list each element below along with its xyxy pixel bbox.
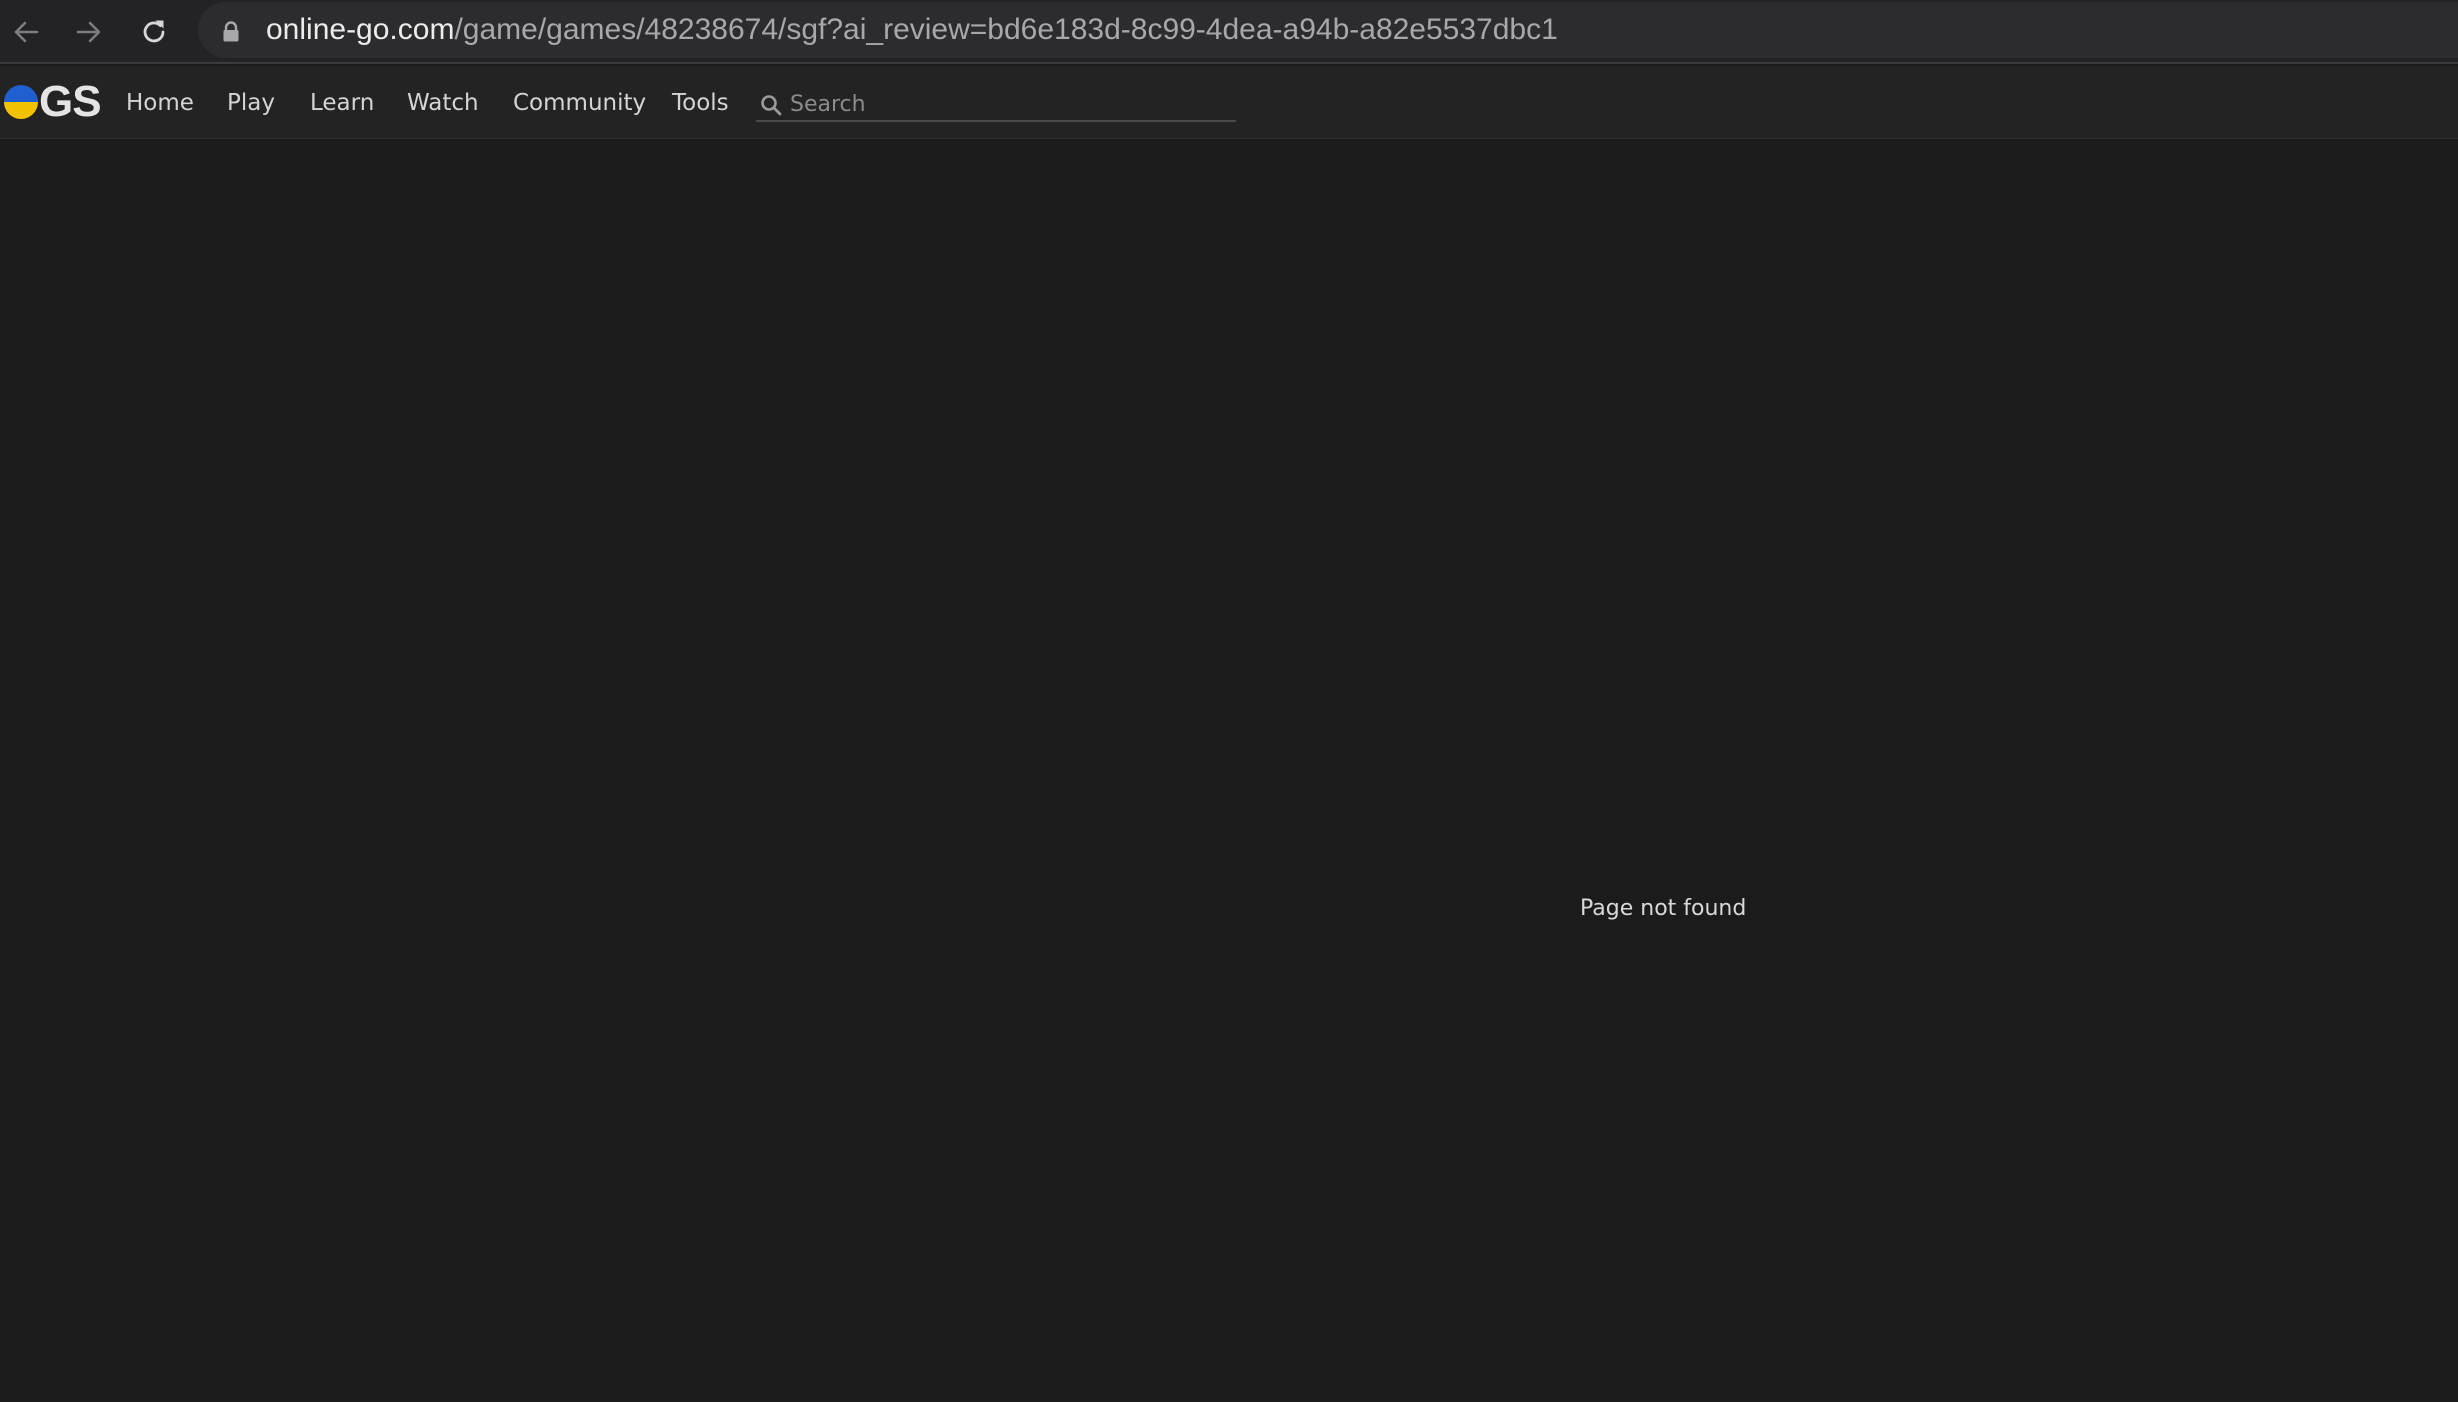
nav-learn[interactable]: Learn xyxy=(310,84,374,122)
site-navbar: GS Home Play Learn Watch Community Tools xyxy=(0,66,2458,139)
forward-button[interactable] xyxy=(69,12,109,52)
page-not-found-message: Page not found xyxy=(1580,896,1747,921)
url-path: /game/games/48238674/sgf?ai_review=bd6e1… xyxy=(454,13,1558,46)
nav-home[interactable]: Home xyxy=(126,84,194,122)
url-host: online-go.com xyxy=(266,13,455,46)
address-bar[interactable]: online-go.com/game/games/48238674/sgf?ai… xyxy=(198,2,2458,58)
browser-toolbar: online-go.com/game/games/48238674/sgf?ai… xyxy=(0,0,2458,64)
search-icon xyxy=(761,95,782,116)
back-arrow-icon xyxy=(14,21,39,43)
ogs-logo[interactable]: GS xyxy=(4,77,102,126)
logo-text: GS xyxy=(39,77,102,126)
nav-play[interactable]: Play xyxy=(227,84,275,122)
nav-community[interactable]: Community xyxy=(513,84,646,122)
forward-arrow-icon xyxy=(76,21,101,43)
search-box xyxy=(756,88,1236,122)
reload-icon xyxy=(143,20,165,43)
lock-icon xyxy=(223,21,239,42)
main-content xyxy=(0,140,2458,1402)
url-text: online-go.com/game/games/48238674/sgf?ai… xyxy=(266,2,1558,58)
search-input[interactable] xyxy=(790,88,1230,120)
reload-button[interactable] xyxy=(134,12,174,52)
nav-watch[interactable]: Watch xyxy=(407,84,479,122)
back-button[interactable] xyxy=(6,12,46,52)
ukraine-flag-icon xyxy=(4,85,38,119)
nav-tools[interactable]: Tools xyxy=(672,84,729,122)
